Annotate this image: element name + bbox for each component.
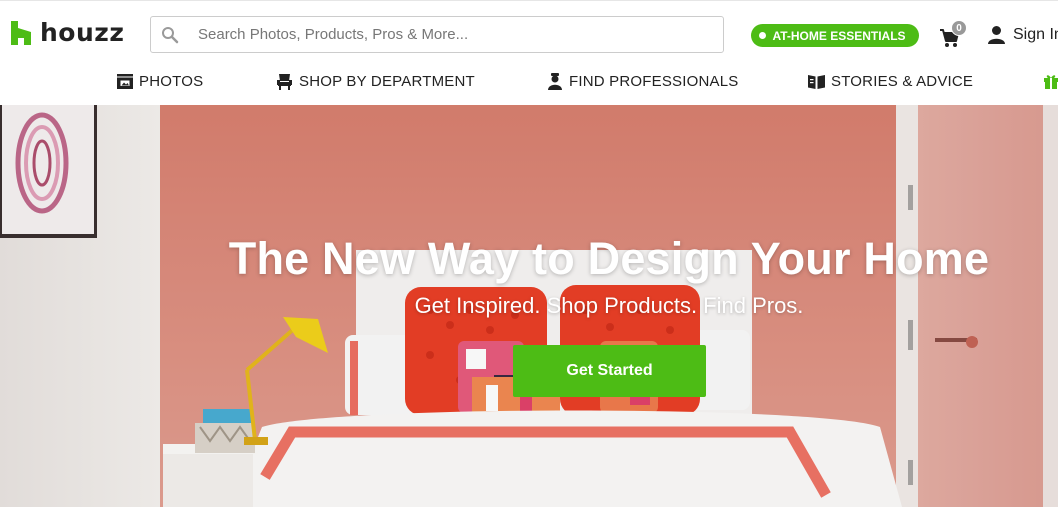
nav-item-label: STORIES & ADVICE [831,73,974,90]
nav-item-shop-by-department[interactable]: SHOP BY DEPARTMENT [276,73,475,90]
sign-in-link[interactable]: Sign In [987,25,1058,44]
promo-label: AT-HOME ESSENTIALS [772,28,906,43]
cart-count-badge: 0 [951,20,967,36]
at-home-essentials-button[interactable]: AT-HOME ESSENTIALS [751,24,919,47]
book-icon [808,75,825,89]
search-input[interactable] [189,18,723,51]
nav-item-find-professionals[interactable]: FIND PROFESSIONALS [547,73,738,90]
sign-in-label: Sign In [1013,25,1058,43]
logo-text: houzz [40,18,125,47]
houzz-logo-icon [11,20,31,45]
gift-icon [1044,75,1058,89]
professional-icon [548,73,562,90]
search-bar [150,16,724,53]
nav-item-label: FIND PROFESSIONALS [569,73,739,90]
nav-item-gift[interactable] [1043,73,1058,89]
main-nav: PHOTOS SHOP BY DEPARTMENT FIND PROFESSIO… [0,69,1058,97]
nav-item-photos[interactable]: PHOTOS [117,73,203,90]
user-icon [988,26,1005,44]
hero-banner: The New Way to Design Your Home Get Insp… [0,105,1058,507]
nav-item-stories-advice[interactable]: STORIES & ADVICE [808,73,973,90]
site-header: houzz AT-HOME ESSENTIALS 0 Sign In [0,0,1058,105]
promo-dot-icon [759,32,766,39]
houzz-logo[interactable]: houzz [9,18,124,47]
get-started-button[interactable]: Get Started [513,345,706,397]
nav-item-label: PHOTOS [139,73,204,90]
chair-icon [277,74,292,90]
search-icon[interactable] [151,17,189,52]
cart-button[interactable]: 0 [939,20,969,51]
hero-title: The New Way to Design Your Home [228,233,990,284]
hero-subtitle: Get Inspired. Shop Products. Find Pros. [414,293,804,318]
nav-item-label: SHOP BY DEPARTMENT [299,73,475,90]
photos-icon [117,74,133,89]
